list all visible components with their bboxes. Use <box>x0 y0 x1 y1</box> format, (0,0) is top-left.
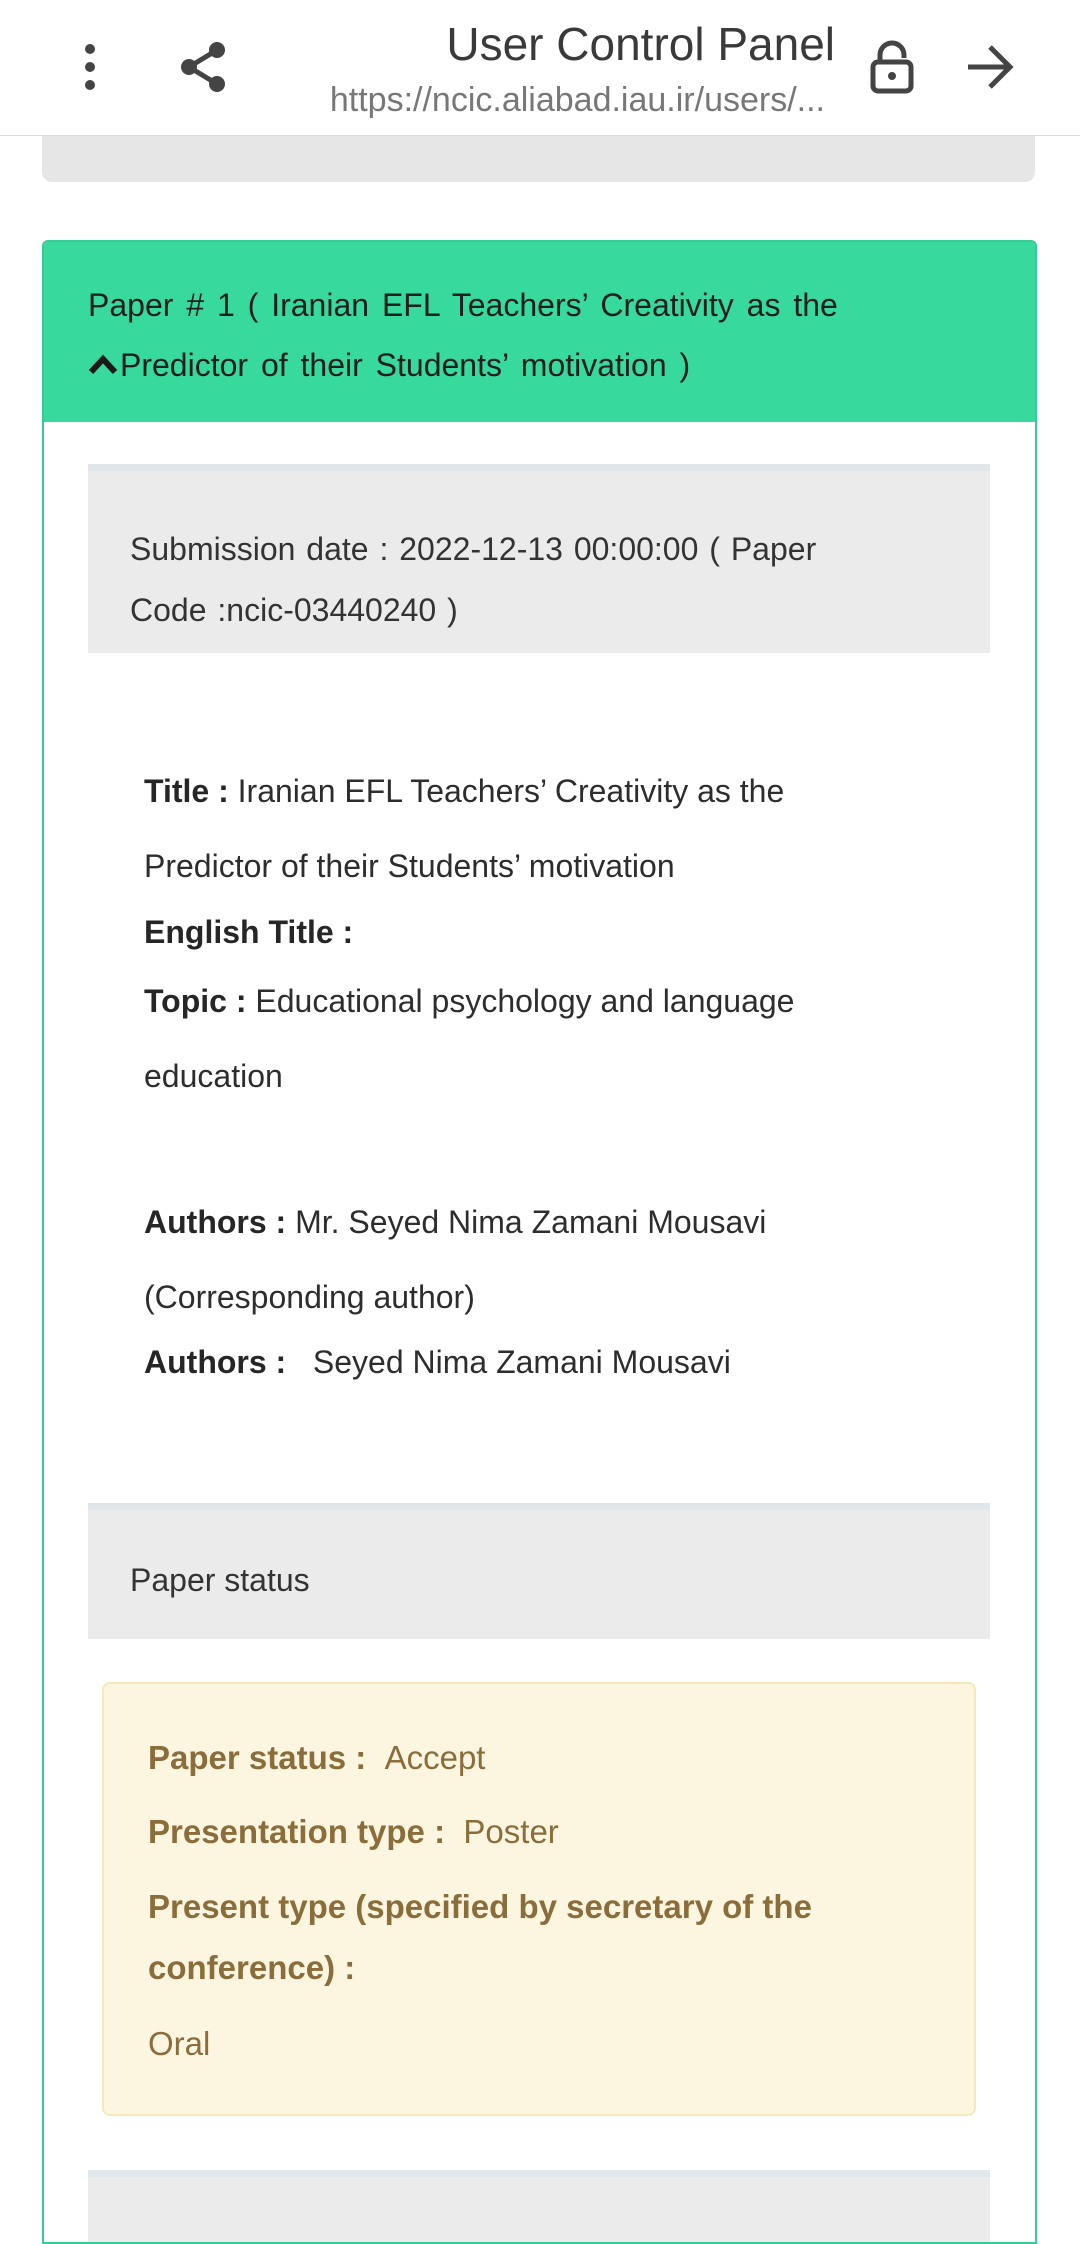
topic-label: Topic : <box>144 983 247 1019</box>
presentation-type-row: Presentation type : Poster <box>148 1810 559 1854</box>
present-type-row: Present type (specified by secretary of … <box>148 1876 948 1998</box>
authors2-value: Seyed Nima Zamani Mousavi <box>312 1344 731 1380</box>
title-value-line1: Iranian EFL Teachers’ Creativity as the <box>237 773 785 809</box>
presentation-type-value: Poster <box>463 1813 559 1850</box>
title-value-line2: Predictor of their Students’ motivation <box>144 848 675 884</box>
present-type-label-line2: conference) : <box>148 1949 356 1986</box>
url-text[interactable]: https://ncic.aliabad.iau.ir/users/... <box>270 78 825 122</box>
browser-toolbar: User Control Panel https://ncic.aliabad.… <box>0 0 1080 136</box>
submission-info: Submission date : 2022-12-13 00:00:00 ( … <box>88 464 990 653</box>
more-vert-icon[interactable] <box>45 22 135 112</box>
paper-card-header[interactable]: Paper # 1 ( Iranian EFL Teachers’ Creati… <box>44 242 1035 422</box>
present-type-label-line1: Present type (specified by secretary of … <box>148 1888 812 1925</box>
authors-label: Authors : <box>144 1204 287 1240</box>
topic-value-line2: education <box>144 1058 283 1094</box>
presentation-type-label: Presentation type : <box>148 1813 446 1850</box>
topic-field: Topic : Educational psychology and langu… <box>144 964 924 1114</box>
authors-value-line2: (Corresponding author) <box>144 1279 475 1315</box>
share-icon[interactable] <box>158 22 248 112</box>
authors-field-2: Authors : Seyed Nima Zamani Mousavi <box>144 1332 924 1392</box>
paper-status-value: Accept <box>384 1739 486 1776</box>
authors-field: Authors : Mr. Seyed Nima Zamani Mousavi … <box>144 1185 924 1335</box>
arrow-forward-icon[interactable] <box>945 22 1035 112</box>
topic-value-line1: Educational psychology and language <box>255 983 795 1019</box>
next-section-heading <box>88 2170 990 2242</box>
paper-status-heading: Paper status <box>88 1503 990 1639</box>
chevron-up-icon[interactable] <box>88 334 118 394</box>
status-alert: Paper status : Accept Presentation type … <box>102 1682 976 2116</box>
authors-value-line1: Mr. Seyed Nima Zamani Mousavi <box>295 1204 767 1240</box>
paper-header-line2-row: Predictor of their Students’ motivation … <box>88 335 1035 398</box>
title-field: Title : Iranian EFL Teachers’ Creativity… <box>144 754 924 904</box>
paper-header-line1: Paper # 1 ( Iranian EFL Teachers’ Creati… <box>88 287 838 323</box>
paper-card: Paper # 1 ( Iranian EFL Teachers’ Creati… <box>42 240 1037 2244</box>
english-title-label: English Title : <box>144 914 354 950</box>
authors2-label: Authors : <box>144 1344 287 1380</box>
paper-status-label: Paper status : <box>148 1739 367 1776</box>
lock-icon[interactable] <box>847 22 937 112</box>
paper-status-heading-text: Paper status <box>130 1562 310 1598</box>
paper-header-line2: Predictor of their Students’ motivation … <box>120 347 691 383</box>
paper-status-row: Paper status : Accept <box>148 1736 485 1780</box>
submission-line1: Submission date : 2022-12-13 00:00:00 ( … <box>130 531 817 567</box>
page-title: User Control Panel <box>446 18 835 70</box>
title-label: Title : <box>144 773 229 809</box>
english-title-field: English Title : <box>144 902 924 962</box>
present-type-value: Oral <box>148 2025 211 2062</box>
submission-line2: Code :ncic-03440240 ) <box>130 592 458 628</box>
